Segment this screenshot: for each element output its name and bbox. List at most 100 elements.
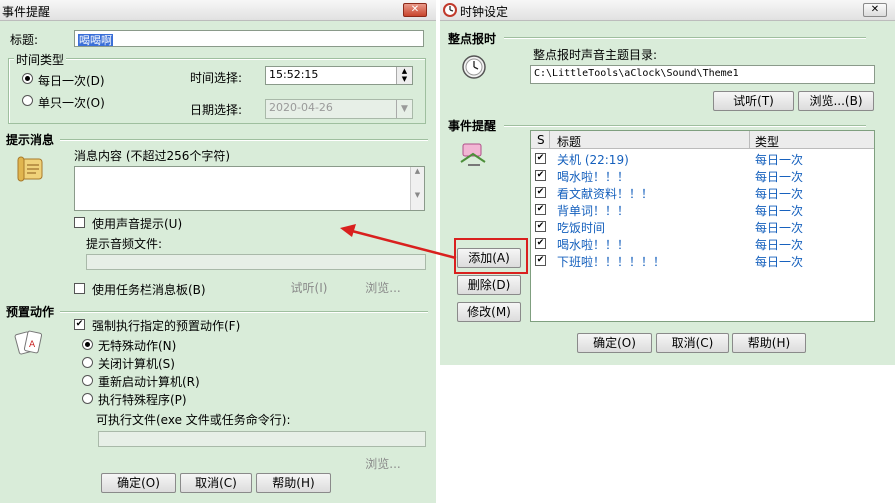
event-section-title: 事件提醒 <box>448 119 497 133</box>
clock-app-icon <box>443 3 457 17</box>
event-reminder-titlebar[interactable]: 事件提醒 ✕ <box>0 0 436 21</box>
exec-file-label: 可执行文件(exe 文件或任务命令行): <box>96 413 291 427</box>
ok-button[interactable]: 确定(O) <box>101 473 176 493</box>
row-checkbox[interactable]: ✔ <box>535 238 546 249</box>
row-type: 每日一次 <box>755 170 804 184</box>
force-action-label[interactable]: 强制执行指定的预置动作(F) <box>92 317 240 334</box>
prompt-divider <box>60 139 428 141</box>
cards-icon: A <box>14 330 43 355</box>
header-separator <box>549 131 550 148</box>
table-header: S 标题 类型 <box>531 131 874 149</box>
table-row[interactable]: ✔ 关机 (22:19) 每日一次 <box>531 150 874 167</box>
browse-exec-button[interactable]: 浏览... <box>358 455 408 475</box>
delete-event-button[interactable]: 删除(D) <box>457 275 521 295</box>
listen-button[interactable]: 试听(I) <box>276 279 342 299</box>
event-reminder-icon <box>460 143 486 166</box>
radio-once-label[interactable]: 单只一次(O) <box>38 94 105 111</box>
row-checkbox[interactable]: ✔ <box>535 187 546 198</box>
row-type: 每日一次 <box>755 255 804 269</box>
radio-exec[interactable] <box>82 393 93 404</box>
row-checkbox[interactable]: ✔ <box>535 153 546 164</box>
table-row[interactable]: ✔ 下班啦！！！！！！ 每日一次 <box>531 252 874 269</box>
row-type: 每日一次 <box>755 238 804 252</box>
clock-settings-window: 时钟设定 ✕ 整点报时 整点报时声音主题目录: C:\LittleTools\a… <box>440 0 895 365</box>
chime-browse-button[interactable]: 浏览...(B) <box>798 91 874 111</box>
row-type: 每日一次 <box>755 153 804 167</box>
time-type-group-title: 时间类型 <box>14 51 67 68</box>
header-s: S <box>537 133 545 147</box>
ok-button[interactable]: 确定(O) <box>577 333 652 353</box>
radio-once[interactable] <box>22 95 33 106</box>
table-row[interactable]: ✔ 喝水啦！！！ 每日一次 <box>531 235 874 252</box>
use-taskbar-label[interactable]: 使用任务栏消息板(B) <box>92 281 206 298</box>
table-row[interactable]: ✔ 喝水啦！！！ 每日一次 <box>531 167 874 184</box>
chime-section-title: 整点报时 <box>448 32 497 46</box>
alarm-clock-icon <box>462 55 486 79</box>
radio-restart[interactable] <box>82 375 93 386</box>
exec-file-input[interactable] <box>98 431 426 447</box>
svg-text:A: A <box>29 340 36 350</box>
row-type: 每日一次 <box>755 187 804 201</box>
use-sound-label[interactable]: 使用声音提示(U) <box>92 215 182 232</box>
cancel-button[interactable]: 取消(C) <box>656 333 729 353</box>
row-title: 喝水啦！！！ <box>557 170 630 184</box>
help-button[interactable]: 帮助(H) <box>256 473 331 493</box>
radio-no-action-label[interactable]: 无特殊动作(N) <box>98 337 176 354</box>
row-title: 背单词！！！ <box>557 204 630 218</box>
chevron-down-icon[interactable]: ▼ <box>396 100 412 118</box>
chime-divider <box>504 37 866 39</box>
time-spin-arrows-icon[interactable]: ▲ ▼ <box>396 67 412 84</box>
force-action-checkbox[interactable]: ✔ <box>74 319 85 330</box>
clock-settings-titlebar[interactable]: 时钟设定 ✕ <box>440 0 895 21</box>
radio-daily[interactable] <box>22 73 33 84</box>
use-taskbar-checkbox[interactable] <box>74 283 85 294</box>
row-title: 下班啦！！！！！！ <box>557 255 666 269</box>
row-checkbox[interactable]: ✔ <box>535 204 546 215</box>
event-table[interactable]: S 标题 类型 ✔ 关机 (22:19) 每日一次 ✔ 喝水啦！！！ 每日一次 ✔ 看文献资料… <box>530 130 875 322</box>
browse-sound-button[interactable]: 浏览... <box>358 279 408 299</box>
message-textarea[interactable]: ▲ ▼ <box>74 166 425 211</box>
header-type: 类型 <box>755 135 780 149</box>
row-title: 吃饭时间 <box>557 221 606 235</box>
date-select-label: 日期选择: <box>190 103 243 117</box>
preset-divider <box>60 311 428 313</box>
title-input[interactable]: 喝喝啊 <box>74 30 424 47</box>
close-button[interactable]: ✕ <box>403 3 427 17</box>
use-sound-checkbox[interactable] <box>74 217 85 228</box>
time-picker[interactable]: 15:52:15 ▲ ▼ <box>265 66 413 85</box>
scroll-note-icon <box>17 156 43 182</box>
radio-exec-label[interactable]: 执行特殊程序(P) <box>98 391 187 408</box>
row-title: 看文献资料！！！ <box>557 187 654 201</box>
radio-daily-label[interactable]: 每日一次(D) <box>38 72 105 89</box>
table-row[interactable]: ✔ 吃饭时间 每日一次 <box>531 218 874 235</box>
prompt-section-title: 提示消息 <box>6 133 55 147</box>
help-button[interactable]: 帮助(H) <box>732 333 806 353</box>
row-checkbox[interactable]: ✔ <box>535 221 546 232</box>
header-title: 标题 <box>557 135 582 149</box>
table-row[interactable]: ✔ 背单词！！！ 每日一次 <box>531 201 874 218</box>
annotation-arrow-icon <box>340 224 457 260</box>
close-button[interactable]: ✕ <box>863 3 887 17</box>
time-select-label: 时间选择: <box>190 71 243 85</box>
preset-section-title: 预置动作 <box>6 305 55 319</box>
row-checkbox[interactable]: ✔ <box>535 255 546 266</box>
row-title: 关机 (22:19) <box>557 153 629 167</box>
cancel-button[interactable]: 取消(C) <box>180 473 252 493</box>
window-title: 时钟设定 <box>460 5 509 19</box>
radio-no-action[interactable] <box>82 339 93 350</box>
table-row[interactable]: ✔ 看文献资料！！！ 每日一次 <box>531 184 874 201</box>
chime-listen-button[interactable]: 试听(T) <box>713 91 794 111</box>
event-divider <box>504 125 866 127</box>
chime-dir-label: 整点报时声音主题目录: <box>533 48 658 62</box>
message-scrollbar[interactable]: ▲ ▼ <box>410 167 424 210</box>
header-separator <box>749 131 750 148</box>
chime-dir-input[interactable]: C:\LittleTools\aClock\Sound\Theme1 <box>530 65 875 84</box>
modify-event-button[interactable]: 修改(M) <box>457 302 521 322</box>
date-picker[interactable]: 2020-04-26 ▼ <box>265 99 413 119</box>
row-checkbox[interactable]: ✔ <box>535 170 546 181</box>
radio-shutdown[interactable] <box>82 357 93 368</box>
radio-restart-label[interactable]: 重新启动计算机(R) <box>98 373 200 390</box>
row-type: 每日一次 <box>755 204 804 218</box>
radio-shutdown-label[interactable]: 关闭计算机(S) <box>98 355 175 372</box>
close-icon: ✕ <box>870 4 880 15</box>
